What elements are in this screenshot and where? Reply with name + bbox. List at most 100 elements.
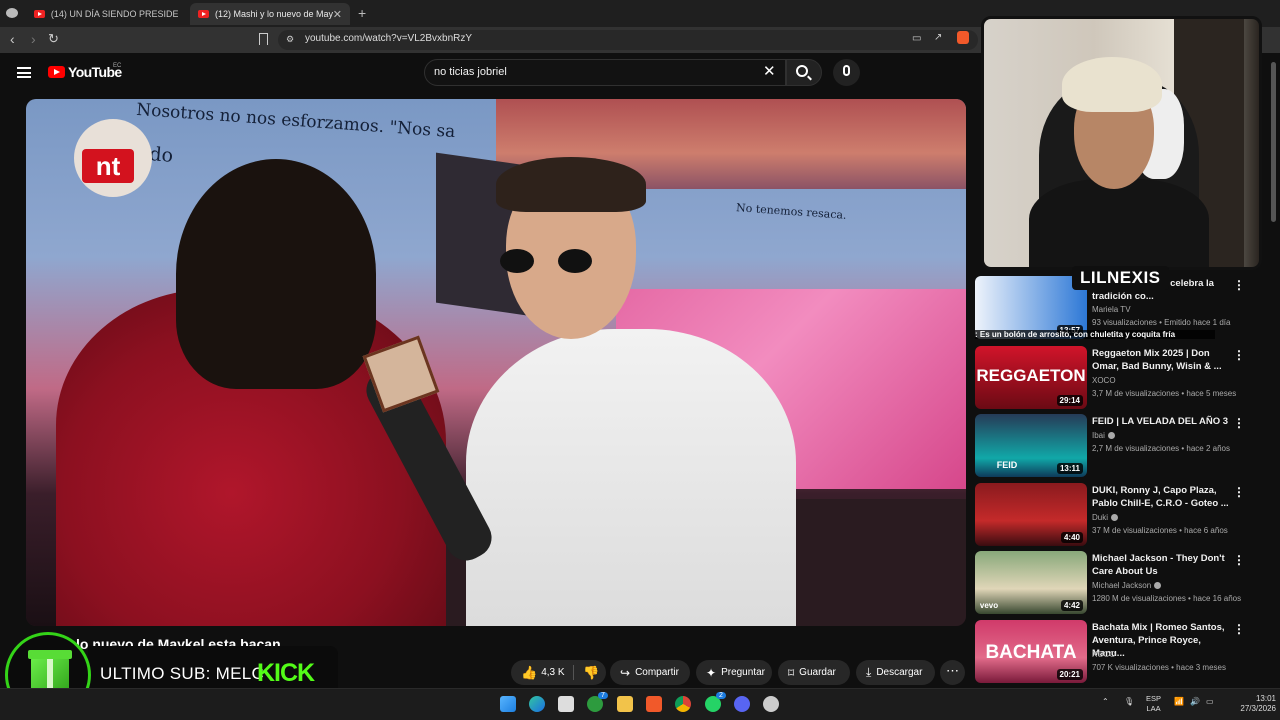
recommendation-item[interactable]: FEID 13:11 FEID | LA VELADA DEL AÑO 3 Ib… [975,414,1265,478]
like-dislike-group[interactable]: 👍 4,3 K 👎 [511,660,606,685]
ask-label: Preguntar [721,667,765,678]
edge-icon[interactable] [529,696,545,712]
save-label: Guardar [799,667,836,678]
download-label: Descargar [876,667,923,678]
more-options-icon[interactable]: ⋮ [1233,278,1245,292]
language-code[interactable]: ESP [1146,694,1161,704]
video-thumbnail[interactable]: REGGAETON 29:14 [975,346,1087,409]
country-code: EC [113,63,122,69]
recommendation-item[interactable]: REGGAETON 29:14 Reggaeton Mix 2025 | Don… [975,346,1265,410]
url-text[interactable]: youtube.com/watch?v=VL2BvxbnRzY [305,33,472,44]
channel-name[interactable]: Ibai [1092,431,1115,440]
last-sub-text: ULTIMO SUB: MELC [100,664,265,683]
like-icon[interactable]: 👍 [521,665,537,681]
video-person-right [466,329,796,626]
windows-start-icon[interactable] [500,696,516,712]
more-options-icon[interactable]: ⋮ [1233,622,1245,636]
share-icon: ↪ [620,665,631,680]
chrome-icon[interactable] [675,696,691,712]
microphone-tray-icon[interactable]: 🎙 [1124,697,1134,706]
video-meta: 1280 M de visualizaciones • hace 16 años [1092,594,1242,603]
channel-name-text[interactable]: Michael Jackson [1092,581,1151,590]
video-meta: 2,7 M de visualizaciones • hace 2 años [1092,444,1230,453]
wifi-icon[interactable]: 📶 [1174,697,1184,706]
channel-watermark-text: nt [82,149,134,183]
volume-icon[interactable]: 🔊 [1190,697,1200,706]
recommendation-title[interactable]: FEID | LA VELADA DEL AÑO 3 [1092,415,1232,428]
file-explorer-icon[interactable] [617,696,633,712]
more-actions-button[interactable]: ⋯ [940,660,965,685]
ask-button[interactable]: ✦ Preguntar [696,660,772,685]
channel-name-text[interactable]: Ibai [1092,431,1105,440]
search-icon[interactable] [796,65,808,77]
share-page-icon[interactable]: ↗ [934,32,942,43]
forward-icon[interactable]: › [31,31,36,47]
channel-name[interactable]: Duki [1092,513,1119,522]
webcam-overlay [981,16,1262,270]
share-label: Compartir [635,667,679,678]
browser-tab-active[interactable]: (12) Mashi y lo nuevo de Maykel ✕ [190,3,350,25]
more-options-icon[interactable]: ⋮ [1233,553,1245,567]
recommendation-title[interactable]: Reggaeton Mix 2025 | Don Omar, Bad Bunny… [1092,347,1232,373]
video-thumbnail[interactable]: vevo 4:42 [975,551,1087,614]
clear-search-icon[interactable]: ✕ [763,62,776,80]
verified-icon [1111,514,1119,522]
obs-icon[interactable] [763,696,779,712]
duration-badge: 20:21 [1056,669,1083,680]
thumbnail-text: BACHATA [985,642,1077,663]
back-icon[interactable]: ‹ [10,31,15,47]
clock-time[interactable]: 13:01 [1240,694,1276,704]
reload-icon[interactable]: ↻ [48,31,59,47]
video-player[interactable]: Nosotros no nos esforzamos. "Nos sa ando… [26,99,966,626]
youtube-logo-icon[interactable] [48,66,65,78]
recommendation-item[interactable]: vevo 4:42 Michael Jackson - They Don't C… [975,551,1265,615]
language-indicator[interactable]: ESP LAA [1146,694,1161,714]
browser-tab[interactable]: (14) UN DÍA SIENDO PRESIDENTE CO [26,3,186,25]
duration-badge: 4:42 [1060,600,1083,611]
menu-icon[interactable] [17,67,31,78]
more-options-icon[interactable]: ⋮ [1233,348,1245,362]
brave-browser-icon[interactable] [646,696,662,712]
discord-icon[interactable] [734,696,750,712]
share-button[interactable]: ↪ Compartir [610,660,690,685]
channel-name-text[interactable]: Duki [1092,513,1108,522]
channel-name[interactable]: XOCO [1092,650,1116,659]
clock-date[interactable]: 27/3/2026 [1240,704,1276,714]
new-tab-button[interactable]: + [358,5,366,21]
recommendation-item[interactable]: 4:40 DUKI, Ronny J, Capo Plaza, Pablo Ch… [975,483,1265,547]
channel-name[interactable]: Michael Jackson [1092,581,1162,590]
scrollbar[interactable] [1271,62,1276,222]
store-icon[interactable] [558,696,574,712]
video-thumbnail[interactable]: BACHATA 20:21 [975,620,1087,683]
video-thumbnail[interactable]: 4:40 [975,483,1087,546]
close-tab-icon[interactable]: ✕ [333,8,342,21]
like-count[interactable]: 4,3 K [541,667,564,678]
clock[interactable]: 13:01 27/3/2026 [1240,694,1276,714]
verified-icon [1107,432,1115,440]
channel-name[interactable]: XOCO [1092,376,1116,385]
save-button[interactable]: ⌑ Guardar [778,660,850,685]
more-options-icon[interactable]: ⋮ [1233,485,1245,499]
channel-name[interactable]: Mariela TV [1092,305,1131,314]
site-info-icon[interactable]: ⚙ [286,34,294,45]
recommendation-item[interactable]: BACHATA 20:21 Bachata Mix | Romeo Santos… [975,620,1265,684]
video-thumbnail[interactable]: FEID 13:11 [975,414,1087,477]
dislike-icon[interactable]: 👎 [583,665,599,681]
battery-icon[interactable]: ▭ [1206,697,1214,706]
browser-menu-icon[interactable] [6,8,18,18]
webcam-person-jacket [1029,179,1209,267]
brave-shield-icon[interactable] [957,31,969,44]
mic-icon[interactable] [843,65,850,76]
youtube-favicon-icon [198,10,209,18]
tray-chevron-icon[interactable]: ⌃ [1102,697,1109,706]
video-meta: 37 M de visualizaciones • hace 6 años [1092,526,1228,535]
search-input-value[interactable]: no ticias jobriel [434,66,507,78]
download-button[interactable]: ⤓ Descargar [856,660,935,685]
language-layout[interactable]: LAA [1146,704,1161,714]
bookmark-save-icon: ⌑ [788,665,795,680]
recommendation-title[interactable]: DUKI, Ronny J, Capo Plaza, Pablo Chill-E… [1092,484,1232,510]
cast-icon[interactable]: ▭ [912,33,921,44]
bookmark-icon[interactable] [259,33,268,45]
more-options-icon[interactable]: ⋮ [1233,416,1245,430]
recommendation-title[interactable]: Michael Jackson - They Don't Care About … [1092,552,1232,578]
